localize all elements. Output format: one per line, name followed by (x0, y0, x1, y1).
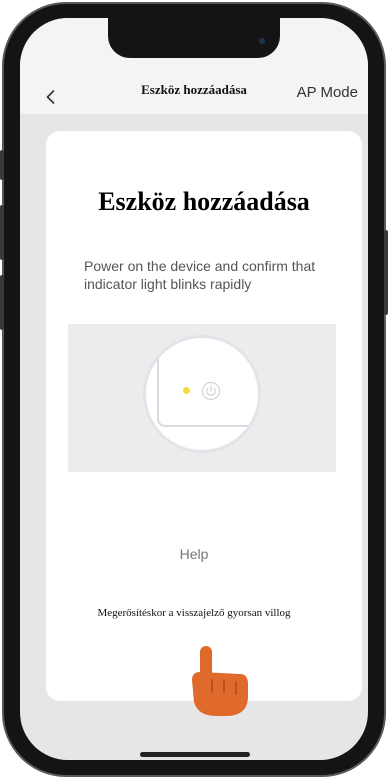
home-indicator (140, 752, 250, 757)
side-button (0, 275, 4, 330)
notch (108, 18, 280, 58)
instruction-text: Power on the device and confirm that ind… (84, 258, 316, 292)
confirm-indicator-option[interactable]: Megerősítéskor a visszajelző gyorsan vil… (20, 607, 368, 619)
side-button (384, 230, 388, 315)
device-illustration (68, 324, 336, 472)
phone-screen: Eszköz hozzáadása AP Mode Eszköz hozzáad… (20, 18, 368, 760)
power-icon (201, 381, 221, 401)
camera-icon (259, 38, 265, 44)
tap-hand-icon (186, 644, 256, 718)
help-link[interactable]: Help (20, 546, 368, 562)
ap-mode-button[interactable]: AP Mode (297, 84, 358, 101)
card-heading: Eszköz hozzáadása (98, 187, 310, 216)
side-button (0, 150, 4, 180)
indicator-light (183, 387, 190, 394)
side-button (0, 205, 4, 260)
device-zoom-circle (146, 338, 258, 450)
